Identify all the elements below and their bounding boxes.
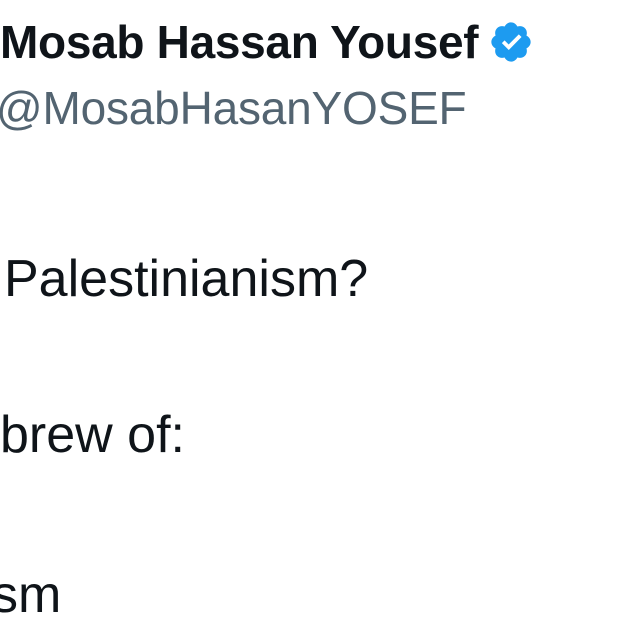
post-card: Mosab Hassan Yousef @MosabHasanYOSEF Pal… [0,0,640,640]
post-text-line: sm [0,566,62,624]
author-row: Mosab Hassan Yousef [0,14,534,70]
author-handle[interactable]: @MosabHasanYOSEF [0,80,467,136]
post-text-line: Palestinianism? [4,250,369,308]
post-text-line: brew of: [0,406,185,464]
verified-check-icon[interactable] [488,19,534,65]
author-display-name[interactable]: Mosab Hassan Yousef [0,14,479,70]
